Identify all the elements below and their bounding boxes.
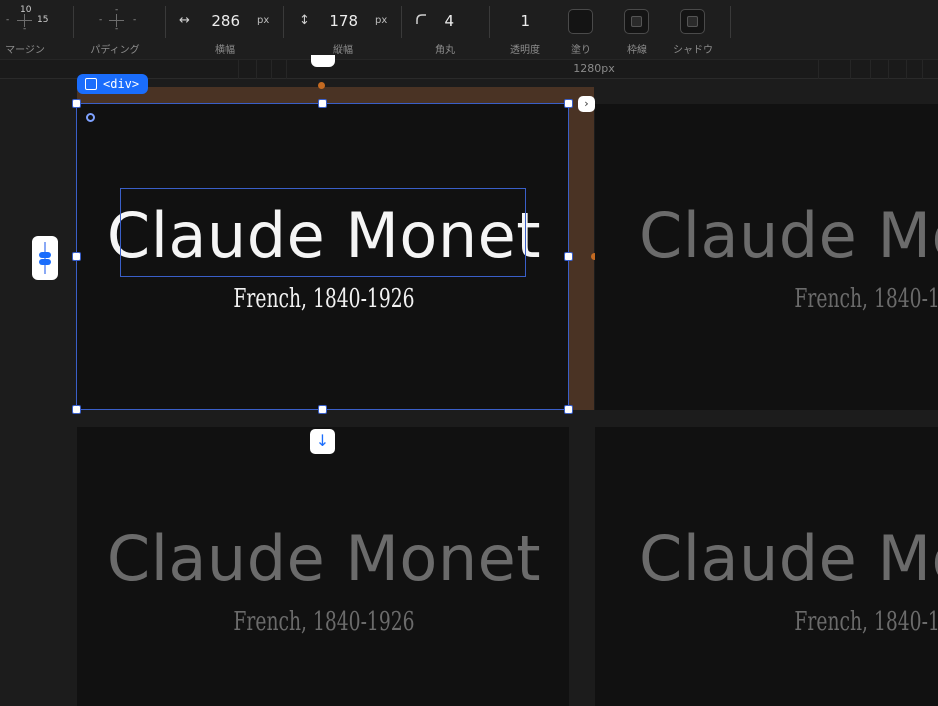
- resize-handle-right[interactable]: [564, 252, 573, 261]
- resize-handle-bottom-left[interactable]: [72, 405, 81, 414]
- opacity-input[interactable]: 1: [512, 12, 530, 30]
- card-title[interactable]: Claude Mo: [639, 199, 938, 272]
- vertical-arrows-icon: ↕: [299, 13, 310, 28]
- width-unit: px: [257, 15, 270, 26]
- card-subtitle[interactable]: French, 1840-1926: [707, 607, 938, 637]
- card-subtitle[interactable]: French, 1840-1926: [146, 607, 502, 637]
- card-subtitle[interactable]: French, 1840-1926: [707, 284, 938, 314]
- toolbar-divider: [489, 6, 490, 38]
- radius-input[interactable]: 4: [436, 12, 454, 30]
- resize-handle-bottom[interactable]: [318, 405, 327, 414]
- toolbar-divider: [283, 6, 284, 38]
- border-swatch[interactable]: [624, 9, 649, 34]
- parent-margin-marker: [318, 82, 325, 89]
- ruler-width-label: 1280px: [573, 62, 615, 75]
- fill-caption: 塗り: [571, 45, 591, 56]
- shadow-caption: シャドウ: [673, 45, 713, 56]
- width-caption: 横幅: [215, 45, 235, 56]
- hovered-text-outline: [120, 188, 526, 277]
- element-tag-badge[interactable]: <div>: [77, 74, 149, 94]
- ruler-handle[interactable]: [311, 55, 335, 67]
- radius-caption: 角丸: [435, 45, 455, 56]
- margin-top-value[interactable]: 10: [20, 5, 31, 15]
- artist-card[interactable]: Claude Monet French, 1840-1926: [77, 427, 569, 706]
- height-caption: 縦幅: [333, 45, 353, 56]
- arrow-down-icon[interactable]: ↓: [310, 429, 335, 454]
- margin-right-value[interactable]: 15: [37, 15, 48, 25]
- artist-card[interactable]: Claude Mo French, 1840-1926: [595, 427, 938, 706]
- properties-toolbar: 10 15 - - マージン - - - - パディング ↔ 286 px 横幅…: [0, 0, 938, 60]
- element-tag-label: <div>: [103, 77, 140, 91]
- toolbar-divider: [401, 6, 402, 38]
- shadow-swatch[interactable]: [680, 9, 705, 34]
- height-input[interactable]: 178: [318, 12, 358, 30]
- toolbar-divider: [165, 6, 166, 38]
- corner-radius-icon: [416, 14, 426, 24]
- padding-right-value[interactable]: -: [133, 15, 136, 25]
- resize-handle-top-left[interactable]: [72, 99, 81, 108]
- div-element-icon: [85, 78, 97, 90]
- width-input[interactable]: 286: [200, 12, 240, 30]
- radius-handle-icon[interactable]: [86, 113, 95, 122]
- drag-handle-icon[interactable]: [32, 236, 58, 280]
- resize-handle-bottom-right[interactable]: [564, 405, 573, 414]
- margin-left-value[interactable]: -: [6, 15, 9, 25]
- height-unit: px: [375, 15, 388, 26]
- border-caption: 枠線: [627, 45, 647, 56]
- opacity-caption: 透明度: [510, 45, 540, 56]
- artist-card[interactable]: Claude Mo French, 1840-1926: [595, 104, 938, 410]
- resize-handle-top[interactable]: [318, 99, 327, 108]
- margin-caption: マージン: [5, 45, 45, 56]
- resize-handle-left[interactable]: [72, 252, 81, 261]
- card-title[interactable]: Claude Mo: [639, 522, 938, 595]
- toolbar-divider: [73, 6, 74, 38]
- card-title[interactable]: Claude Monet: [77, 522, 569, 595]
- padding-caption: パディング: [90, 45, 140, 56]
- chevron-right-icon[interactable]: ›: [578, 96, 595, 112]
- toolbar-divider: [730, 6, 731, 38]
- padding-left-value[interactable]: -: [99, 15, 102, 25]
- horizontal-arrows-icon: ↔: [179, 13, 190, 28]
- resize-handle-top-right[interactable]: [564, 99, 573, 108]
- fill-swatch[interactable]: [568, 9, 593, 34]
